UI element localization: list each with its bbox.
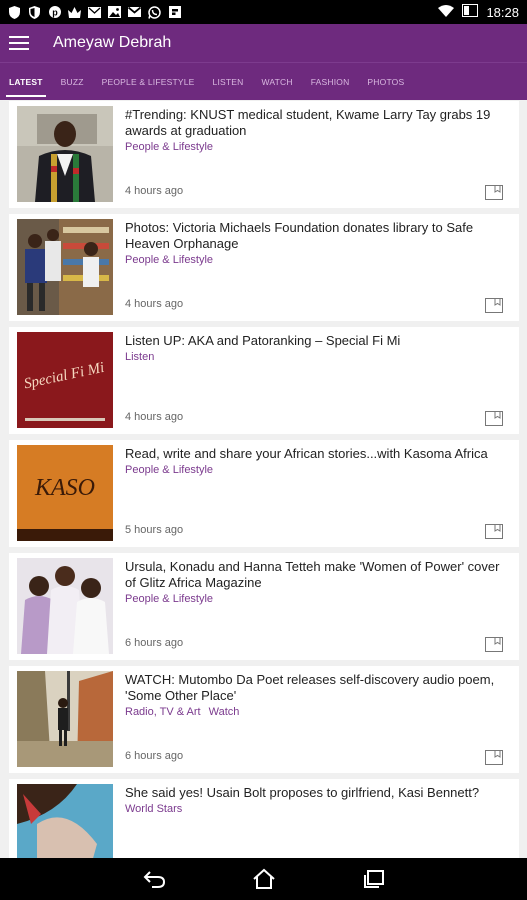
article-category[interactable]: Listen <box>125 351 154 363</box>
whatsapp-icon <box>148 5 161 19</box>
bookmark-icon[interactable] <box>485 185 503 200</box>
article-headline: #Trending: KNUST medical student, Kwame … <box>125 107 491 138</box>
tab-fashion[interactable]: FASHION <box>302 63 359 100</box>
article-headline: Ursula, Konadu and Hanna Tetteh make 'Wo… <box>125 559 500 590</box>
home-icon[interactable] <box>250 867 278 891</box>
article-body: WATCH: Mutombo Da Poet releases self-dis… <box>125 666 519 773</box>
article-thumbnail: Special Fi Mi <box>17 332 113 428</box>
bookmark-icon[interactable] <box>485 411 503 426</box>
tab-buzz[interactable]: BUZZ <box>52 63 93 100</box>
mail-icon <box>88 6 101 19</box>
article-headline: Photos: Victoria Michaels Foundation don… <box>125 220 474 251</box>
tab-latest[interactable]: LATEST <box>0 63 52 100</box>
thumbnail-logo-text: KASO <box>34 475 95 501</box>
image-icon <box>108 6 121 19</box>
article-category[interactable]: People & Lifestyle <box>125 254 213 266</box>
back-icon[interactable] <box>140 867 168 891</box>
tab-listen[interactable]: LISTEN <box>204 63 253 100</box>
bookmark-icon[interactable] <box>485 524 503 539</box>
article-card[interactable]: Special Fi Mi Listen UP: AKA and Patoran… <box>9 327 519 434</box>
article-thumbnail <box>17 219 113 315</box>
flipboard-icon <box>168 6 181 19</box>
article-time: 4 hours ago <box>125 298 184 310</box>
bookmark-icon[interactable] <box>485 750 503 765</box>
status-bar: p 18:28 <box>0 0 527 24</box>
article-time: 4 hours ago <box>125 185 184 197</box>
article-card[interactable]: Photos: Victoria Michaels Foundation don… <box>9 214 519 321</box>
app-bar: Ameyaw Debrah <box>0 24 527 62</box>
article-body: Read, write and share your African stori… <box>125 440 519 547</box>
bookmark-icon[interactable] <box>485 298 503 313</box>
article-category[interactable]: Radio, TV & Art <box>125 706 201 718</box>
tab-people-lifestyle[interactable]: PEOPLE & LIFESTYLE <box>93 63 204 100</box>
tab-watch[interactable]: WATCH <box>252 63 301 100</box>
svg-text:p: p <box>52 8 58 18</box>
status-time: 18:28 <box>486 4 519 20</box>
article-feed: #Trending: KNUST medical student, Kwame … <box>9 101 519 858</box>
article-category[interactable]: Watch <box>209 706 240 718</box>
app-title: Ameyaw Debrah <box>53 34 172 51</box>
tab-photos[interactable]: PHOTOS <box>358 63 413 100</box>
article-card[interactable]: KASO Read, write and share your African … <box>9 440 519 547</box>
article-thumbnail <box>17 784 113 858</box>
navigation-bar <box>0 858 527 900</box>
category-tabs: LATEST BUZZ PEOPLE & LIFESTYLE LISTEN WA… <box>0 62 527 100</box>
gmail-icon <box>128 6 141 19</box>
shield-icon <box>28 5 41 19</box>
article-headline: WATCH: Mutombo Da Poet releases self-dis… <box>125 672 495 703</box>
article-time: 6 hours ago <box>125 637 184 649</box>
article-card[interactable]: Ursula, Konadu and Hanna Tetteh make 'Wo… <box>9 553 519 660</box>
article-category[interactable]: People & Lifestyle <box>125 464 213 476</box>
battery-icon <box>462 4 479 20</box>
article-thumbnail <box>17 558 113 654</box>
bookmark-icon[interactable] <box>485 637 503 652</box>
hamburger-menu-icon[interactable] <box>9 36 29 50</box>
article-category[interactable]: People & Lifestyle <box>125 141 213 153</box>
article-card[interactable]: #Trending: KNUST medical student, Kwame … <box>9 101 519 208</box>
article-headline: Read, write and share your African stori… <box>125 446 488 461</box>
article-thumbnail <box>17 671 113 767</box>
notification-icons: p <box>8 5 181 19</box>
article-body: Ursula, Konadu and Hanna Tetteh make 'Wo… <box>125 553 519 660</box>
article-thumbnail: KASO <box>17 445 113 541</box>
crown-icon <box>68 6 81 19</box>
article-category[interactable]: World Stars <box>125 803 182 815</box>
article-headline: Listen UP: AKA and Patoranking – Special… <box>125 333 401 348</box>
article-headline: She said yes! Usain Bolt proposes to gir… <box>125 785 480 800</box>
article-time: 4 hours ago <box>125 411 184 423</box>
wifi-icon <box>438 4 455 20</box>
article-card[interactable]: She said yes! Usain Bolt proposes to gir… <box>9 779 519 858</box>
article-card[interactable]: WATCH: Mutombo Da Poet releases self-dis… <box>9 666 519 773</box>
article-time: 6 hours ago <box>125 750 184 762</box>
article-category[interactable]: People & Lifestyle <box>125 593 213 605</box>
article-thumbnail <box>17 106 113 202</box>
recent-apps-icon[interactable] <box>360 867 388 891</box>
article-body: #Trending: KNUST medical student, Kwame … <box>125 101 519 208</box>
article-body: She said yes! Usain Bolt proposes to gir… <box>125 779 519 858</box>
shield-icon <box>8 5 21 19</box>
pinterest-icon: p <box>48 6 61 19</box>
article-time: 5 hours ago <box>125 524 184 536</box>
article-body: Photos: Victoria Michaels Foundation don… <box>125 214 519 321</box>
article-body: Listen UP: AKA and Patoranking – Special… <box>125 327 519 434</box>
